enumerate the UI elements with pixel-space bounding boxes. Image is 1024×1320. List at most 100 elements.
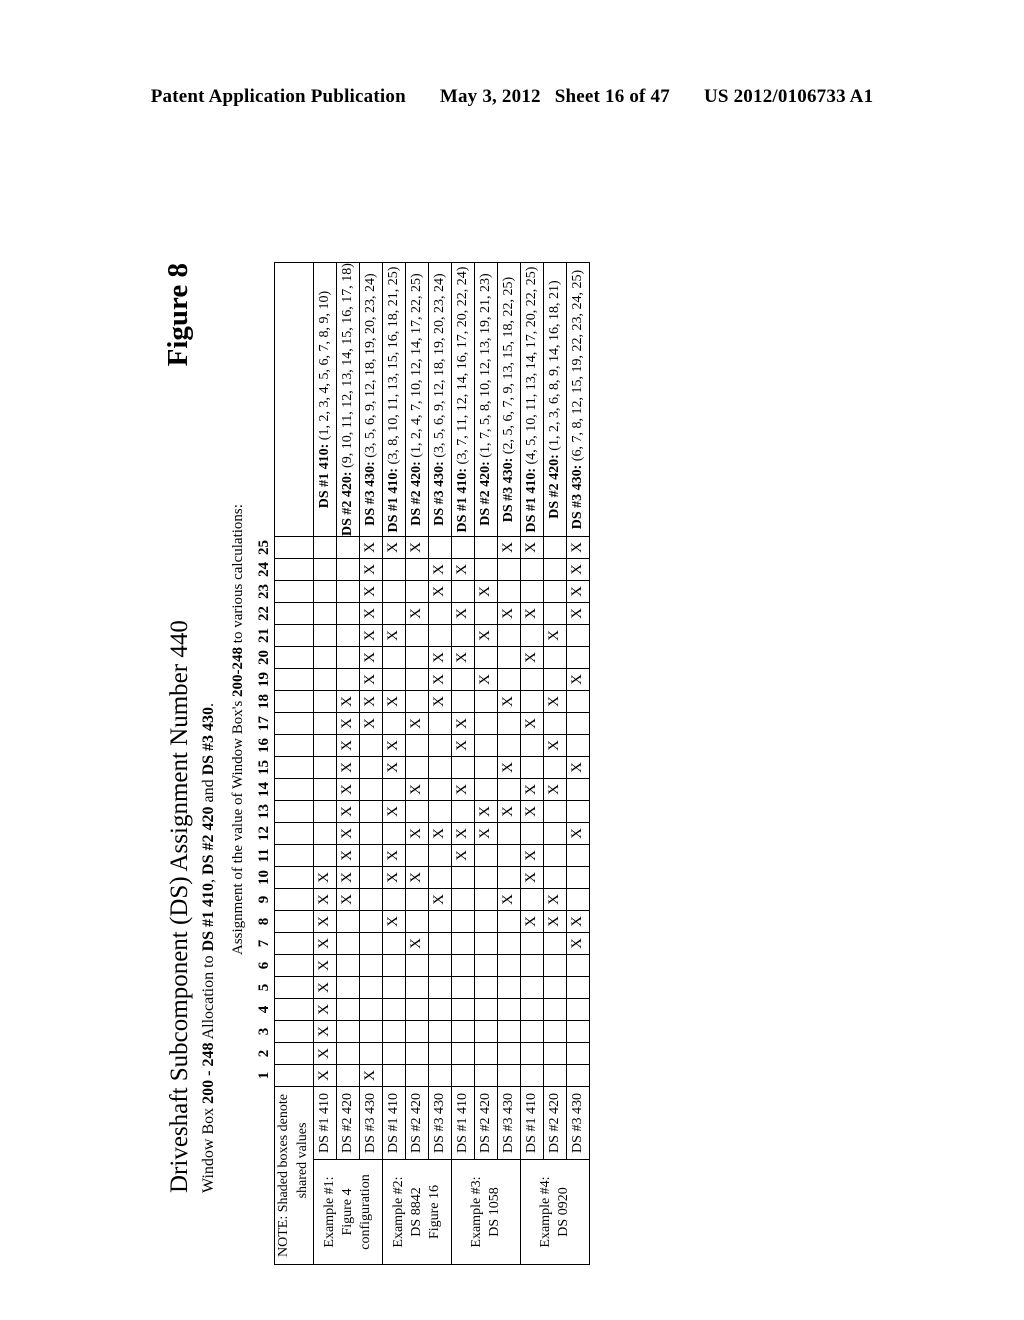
grid-cell-c6: X bbox=[313, 954, 337, 977]
assignment-caption: Assignment of the value of Window Box's … bbox=[230, 504, 246, 955]
set-list-values: (6, 7, 8, 12, 15, 19, 22, 23, 24, 25) bbox=[569, 269, 585, 462]
grid-cell-c4 bbox=[451, 998, 475, 1021]
grid-cell-c16 bbox=[520, 734, 544, 757]
x-mark-icon: X bbox=[499, 806, 516, 817]
grid-cell-c22: X bbox=[566, 602, 590, 625]
grid-cell-c19 bbox=[497, 668, 521, 691]
grid-cell-c12 bbox=[382, 822, 406, 845]
x-mark-icon: X bbox=[522, 872, 539, 883]
grid-cell-c18: X bbox=[336, 690, 360, 713]
grid-cell-c18 bbox=[313, 690, 337, 713]
x-mark-icon: X bbox=[430, 586, 447, 597]
grid-cell-c10 bbox=[428, 866, 452, 889]
grid-cell-c19 bbox=[313, 668, 337, 691]
grid-cell-c17 bbox=[382, 712, 406, 735]
grid-cell-c9 bbox=[405, 888, 429, 911]
grid-cell-c3 bbox=[543, 1020, 567, 1043]
grid-cell-c22 bbox=[543, 602, 567, 625]
grid-cell-c16 bbox=[474, 734, 498, 757]
grid-cell-c10: X bbox=[520, 866, 544, 889]
note-row-spacer bbox=[274, 712, 314, 735]
note-row: NOTE: Shaded boxes denote shared values bbox=[274, 262, 314, 1265]
grid-cell-c4 bbox=[474, 998, 498, 1021]
grid-cell-c16: X bbox=[451, 734, 475, 757]
grid-cell-c19 bbox=[520, 668, 544, 691]
set-list-cell: DS #1 410: (3, 7, 11, 12, 14, 16, 17, 20… bbox=[451, 262, 475, 537]
grid-cell-c17: X bbox=[336, 712, 360, 735]
ds-label-cell: DS #3 430 bbox=[497, 1086, 521, 1160]
grid-cell-c23 bbox=[543, 580, 567, 603]
grid-cell-c12 bbox=[313, 822, 337, 845]
grid-cell-c13 bbox=[359, 800, 383, 823]
grid-cell-c14: X bbox=[543, 778, 567, 801]
grid-cell-c8 bbox=[451, 910, 475, 933]
grid-cell-c5 bbox=[405, 976, 429, 999]
grid-cell-c18 bbox=[566, 690, 590, 713]
grid-cell-c3 bbox=[497, 1020, 521, 1043]
grid-cell-c8 bbox=[405, 910, 429, 933]
set-list-cell: DS #2 420: (1, 7, 5, 8, 10, 12, 13, 19, … bbox=[474, 262, 498, 537]
set-list-values: (3, 7, 11, 12, 14, 16, 17, 20, 22, 24) bbox=[454, 266, 470, 465]
note-row-spacer bbox=[274, 580, 314, 603]
grid-cell-c12: X bbox=[336, 822, 360, 845]
x-mark-icon: X bbox=[361, 564, 378, 575]
grid-cell-c3 bbox=[428, 1020, 452, 1043]
grid-cell-c13: X bbox=[520, 800, 544, 823]
grid-cell-c8 bbox=[359, 910, 383, 933]
set-list-cell: DS #1 410: (1, 2, 3, 4, 5, 6, 7, 8, 9, 1… bbox=[313, 262, 337, 537]
note-row-spacer bbox=[274, 756, 314, 779]
grid-cell-c14 bbox=[497, 778, 521, 801]
grid-cell-c7: X bbox=[566, 932, 590, 955]
grid-cell-c18: X bbox=[359, 690, 383, 713]
grid-cell-c12: X bbox=[428, 822, 452, 845]
ds-label-cell: DS #2 420 bbox=[474, 1086, 498, 1160]
grid-cell-c13 bbox=[405, 800, 429, 823]
grid-cell-c10 bbox=[359, 866, 383, 889]
example-label-line: configuration bbox=[357, 1174, 373, 1250]
x-mark-icon: X bbox=[338, 740, 355, 751]
x-mark-icon: X bbox=[453, 850, 470, 861]
example-label-line: DS 0920 bbox=[555, 1187, 571, 1237]
column-number-header-row: 1 2 3 4 5 6 7 8 9 10 11 12 13 14 15 16 17 18 19 20 21 22 23 24 2… bbox=[254, 263, 275, 1265]
grid-cell-c9: X bbox=[428, 888, 452, 911]
grid-cell-c17 bbox=[497, 712, 521, 735]
grid-cell-c16 bbox=[428, 734, 452, 757]
grid-cell-c14 bbox=[313, 778, 337, 801]
x-mark-icon: X bbox=[568, 542, 585, 553]
x-mark-icon: X bbox=[568, 608, 585, 619]
grid-cell-c16 bbox=[359, 734, 383, 757]
grid-cell-c13: X bbox=[474, 800, 498, 823]
grid-cell-c15 bbox=[405, 756, 429, 779]
grid-cell-c9 bbox=[520, 888, 544, 911]
grid-cell-c23 bbox=[520, 580, 544, 603]
x-mark-icon: X bbox=[384, 850, 401, 861]
note-row-spacer bbox=[274, 558, 314, 581]
set-list-values: (1, 2, 3, 4, 5, 6, 7, 8, 9, 10) bbox=[316, 290, 332, 441]
x-mark-icon: X bbox=[476, 674, 493, 685]
grid-cell-c2 bbox=[382, 1042, 406, 1065]
grid-cell-c20 bbox=[566, 646, 590, 669]
grid-cell-c6 bbox=[566, 954, 590, 977]
x-mark-icon: X bbox=[338, 762, 355, 773]
grid-cell-c1: X bbox=[313, 1064, 337, 1087]
grid-cell-c6 bbox=[382, 954, 406, 977]
grid-cell-c21 bbox=[336, 624, 360, 647]
x-mark-icon: X bbox=[407, 608, 424, 619]
x-mark-icon: X bbox=[499, 696, 516, 707]
column-number-9: 9 bbox=[255, 895, 272, 904]
x-mark-icon: X bbox=[476, 630, 493, 641]
grid-cell-c2 bbox=[566, 1042, 590, 1065]
publication-date: May 3, 2012 bbox=[439, 86, 541, 107]
x-mark-icon: X bbox=[384, 916, 401, 927]
header-spacer-example bbox=[254, 1160, 275, 1265]
example-label-1: Example #1: Figure 4 configuration bbox=[313, 1159, 383, 1265]
ds-label-cell: DS #2 420 bbox=[543, 1086, 567, 1160]
set-list-label: DS #3 430: bbox=[569, 464, 585, 530]
grid-cell-c4 bbox=[382, 998, 406, 1021]
x-mark-icon: X bbox=[545, 784, 562, 795]
grid-cell-c5 bbox=[474, 976, 498, 999]
x-mark-icon: X bbox=[545, 630, 562, 641]
grid-cell-c2 bbox=[497, 1042, 521, 1065]
column-number-4: 4 bbox=[255, 1005, 272, 1014]
x-mark-icon: X bbox=[453, 564, 470, 575]
